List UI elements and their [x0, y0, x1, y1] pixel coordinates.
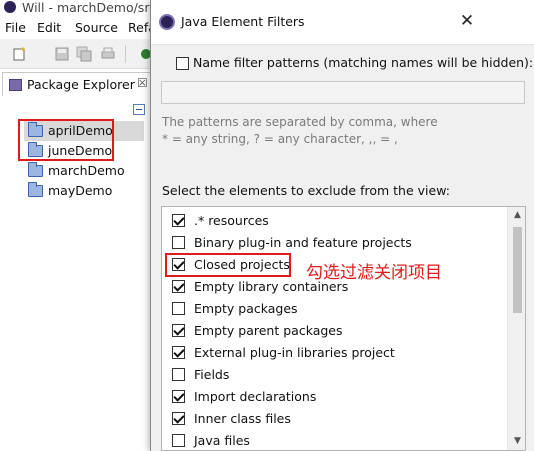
java-element-filters-dialog: Java Element Filters ✕ Name filter patte…	[150, 0, 534, 451]
menu-source[interactable]: Source	[75, 20, 118, 35]
dialog-title-bar: Java Element Filters ✕	[151, 0, 534, 44]
print-icon[interactable]	[100, 46, 116, 62]
exclude-elements-list[interactable]: .* resources Binary plug-in and feature …	[161, 206, 526, 451]
title-divider	[151, 44, 534, 45]
element-checkbox[interactable]	[172, 214, 185, 227]
element-checkbox[interactable]	[172, 434, 185, 447]
element-label: .* resources	[194, 213, 269, 228]
patterns-hint-line2: * = any string, ? = any character, ,, = …	[162, 132, 398, 146]
eclipse-icon	[4, 1, 16, 13]
element-checkbox[interactable]	[172, 280, 185, 293]
element-checkbox[interactable]	[172, 412, 185, 425]
list-item[interactable]: Import declarations	[162, 386, 507, 408]
element-label: Empty packages	[194, 301, 298, 316]
toolbar-separator	[125, 45, 126, 63]
annotation-text: 勾选过滤关闭项目	[306, 263, 442, 283]
list-item[interactable]: Empty parent packages	[162, 320, 507, 342]
package-explorer-tab[interactable]: Package Explorer ☒	[2, 72, 152, 96]
package-explorer-label: Package Explorer	[27, 77, 135, 92]
patterns-hint-line1: The patterns are separated by comma, whe…	[162, 115, 438, 129]
package-explorer-icon	[9, 79, 22, 91]
element-label: Fields	[194, 367, 230, 382]
closed-projects-highlight-box	[18, 119, 114, 161]
element-checkbox[interactable]	[172, 390, 185, 403]
close-button[interactable]: ✕	[455, 11, 479, 33]
scroll-thumb[interactable]	[513, 227, 522, 313]
menu-edit[interactable]: Edit	[37, 20, 61, 35]
element-checkbox[interactable]	[172, 368, 185, 381]
project-name: mayDemo	[48, 183, 113, 198]
save-icon[interactable]	[54, 46, 70, 62]
closed-projects-highlight-box	[165, 253, 291, 277]
element-label: Import declarations	[194, 389, 317, 404]
collapse-all-icon[interactable]	[133, 104, 145, 115]
list-item[interactable]: .* resources	[162, 210, 507, 232]
list-item[interactable]: Empty packages	[162, 298, 507, 320]
dialog-title: Java Element Filters	[181, 14, 305, 29]
element-label: Java files	[194, 433, 250, 448]
project-name: marchDemo	[48, 163, 125, 178]
list-item[interactable]: External plug-in libraries project	[162, 342, 507, 364]
list-item[interactable]: Fields	[162, 364, 507, 386]
element-checkbox[interactable]	[172, 236, 185, 249]
name-filter-label: Name filter patterns (matching names wil…	[193, 55, 534, 70]
list-item[interactable]: Java files	[162, 430, 507, 450]
menu-file[interactable]: File	[5, 20, 26, 35]
element-checkbox[interactable]	[172, 324, 185, 337]
scroll-down-icon[interactable]: ▼	[508, 433, 525, 450]
scroll-up-icon[interactable]: ▲	[508, 207, 525, 224]
element-label: Inner class files	[194, 411, 291, 426]
element-checkbox[interactable]	[172, 302, 185, 315]
eclipse-icon	[159, 14, 175, 30]
list-item[interactable]: Inner class files	[162, 408, 507, 430]
list-item[interactable]: Binary plug-in and feature projects	[162, 232, 507, 254]
element-label: Binary plug-in and feature projects	[194, 235, 412, 250]
project-folder-icon	[28, 182, 43, 197]
new-icon[interactable]	[12, 46, 28, 62]
name-filter-patterns-input[interactable]	[161, 81, 525, 104]
project-folder-icon	[28, 162, 43, 177]
name-filter-checkbox[interactable]	[176, 57, 189, 70]
element-label: Empty parent packages	[194, 323, 343, 338]
save-all-icon[interactable]	[76, 46, 92, 62]
element-checkbox[interactable]	[172, 346, 185, 359]
element-label: External plug-in libraries project	[194, 345, 395, 360]
project-item[interactable]: mayDemo	[24, 181, 144, 201]
list-scrollbar[interactable]: ▲ ▼	[507, 207, 525, 450]
project-item[interactable]: marchDemo	[24, 161, 144, 181]
package-explorer-toolbar	[0, 96, 152, 120]
exclude-elements-label: Select the elements to exclude from the …	[162, 183, 450, 198]
tab-close-icon[interactable]: ☒	[137, 76, 148, 90]
